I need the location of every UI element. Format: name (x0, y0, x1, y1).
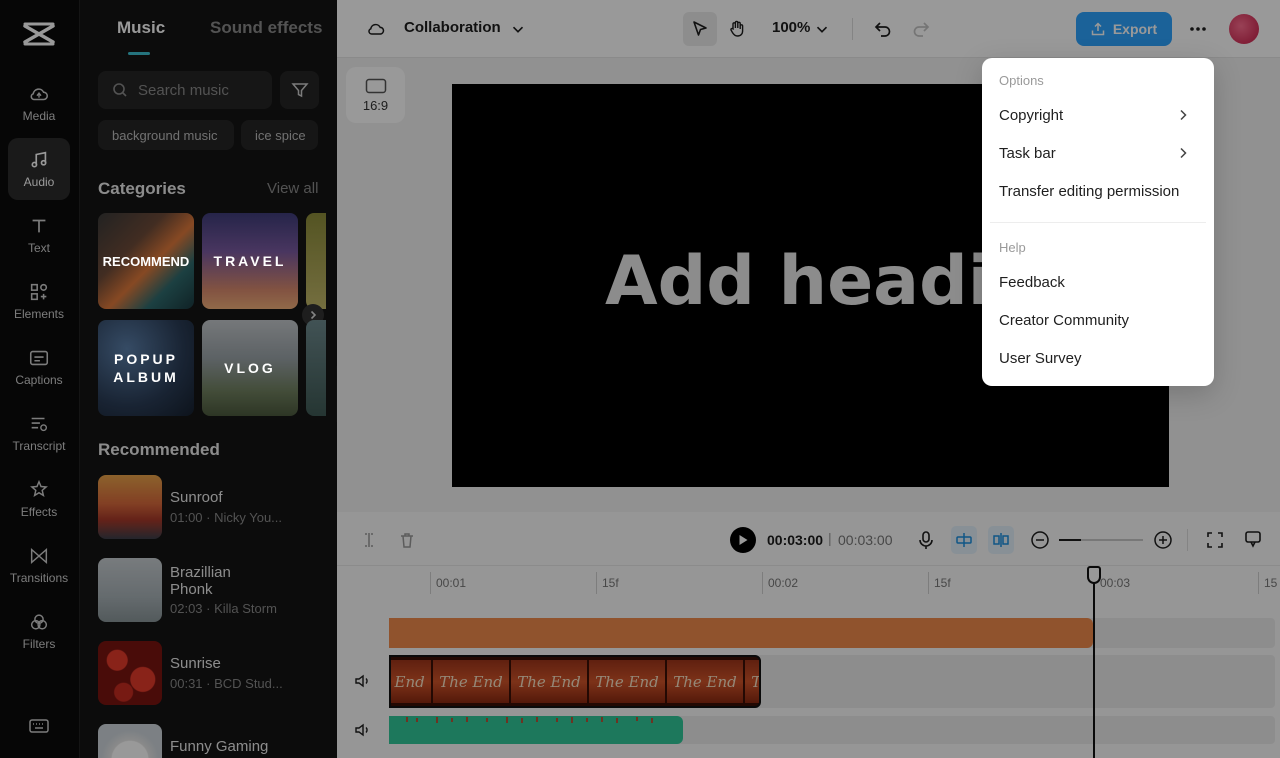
menu-item-label: Task bar (999, 145, 1056, 162)
menu-item-copyright[interactable]: Copyright (990, 95, 1206, 135)
menu-item-label: Feedback (999, 274, 1065, 291)
menu-item-label: Transfer editing permission (999, 183, 1179, 200)
category-label-popup-album: POPUP ALBUM (106, 350, 186, 386)
options-dropdown-menu: Options Copyright Task bar Transfer edit… (982, 58, 1214, 386)
menu-item-label: Creator Community (999, 312, 1129, 329)
menu-item-creator-community[interactable]: Creator Community (990, 300, 1206, 340)
menu-section-options: Options (999, 73, 1044, 88)
category-label-recommend: RECOMMEND (103, 254, 190, 269)
chevron-right-icon (1176, 146, 1190, 160)
menu-item-user-survey[interactable]: User Survey (990, 338, 1206, 378)
menu-divider (990, 222, 1206, 223)
category-label-vlog: VLOG (224, 360, 276, 376)
menu-item-label: User Survey (999, 350, 1082, 367)
menu-item-feedback[interactable]: Feedback (990, 262, 1206, 302)
menu-item-task-bar[interactable]: Task bar (990, 133, 1206, 173)
menu-item-label: Copyright (999, 107, 1063, 124)
menu-section-help: Help (999, 240, 1026, 255)
menu-item-transfer-editing-permission[interactable]: Transfer editing permission (990, 171, 1206, 211)
category-label-travel: TRAVEL (214, 253, 287, 269)
chevron-right-icon (1176, 108, 1190, 122)
